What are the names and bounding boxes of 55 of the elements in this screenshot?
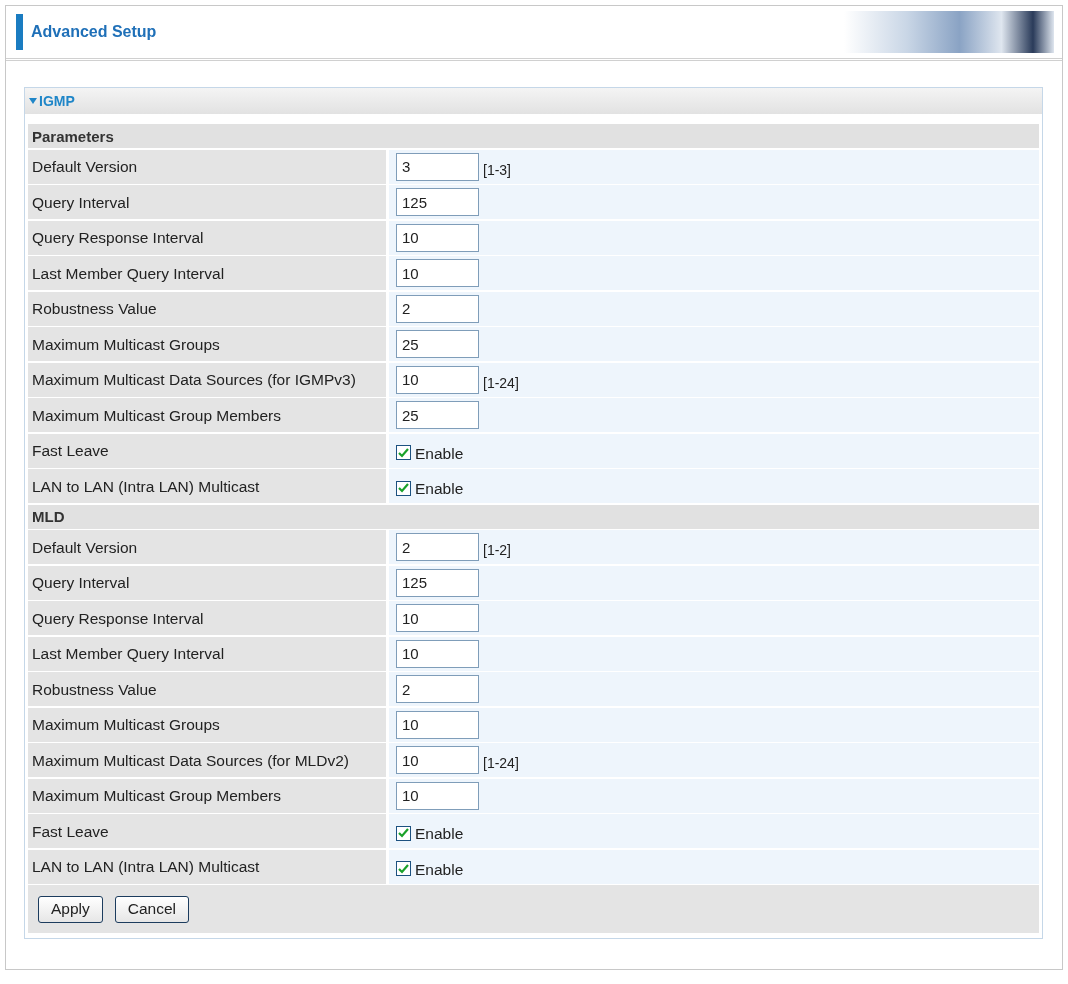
range-hint: [1-2] xyxy=(483,542,511,558)
field-label: Maximum Multicast Data Sources (for IGMPv3) xyxy=(28,362,386,397)
text-input[interactable]: 3 xyxy=(396,152,479,181)
field-label: Last Member Query Interval xyxy=(28,256,386,290)
title-accent-bar xyxy=(16,14,23,50)
field-label: Fast Leave xyxy=(28,814,386,848)
field-label: Maximum Multicast Group Members xyxy=(28,778,386,813)
field-label: LAN to LAN (Intra LAN) Multicast xyxy=(28,849,386,884)
field-label: Last Member Query Interval xyxy=(28,636,386,671)
field-label: LAN to LAN (Intra LAN) Multicast xyxy=(28,469,386,503)
apply-button[interactable]: Apply xyxy=(38,895,103,923)
text-input[interactable]: 10 xyxy=(396,259,479,287)
text-input[interactable]: 10 xyxy=(396,604,479,632)
text-input[interactable]: 10 xyxy=(396,639,479,668)
field-label: Maximum Multicast Groups xyxy=(28,327,386,361)
text-input[interactable]: 2 xyxy=(396,675,479,703)
field-label: Query Response Interval xyxy=(28,601,386,635)
text-input[interactable]: 25 xyxy=(396,401,479,429)
checkbox[interactable] xyxy=(396,480,411,496)
field-label: Query Interval xyxy=(28,565,386,600)
range-hint: [1-3] xyxy=(483,161,511,178)
checkbox-label: Enable xyxy=(415,444,464,463)
field-label: Query Response Interval xyxy=(28,220,386,255)
text-input[interactable]: 125 xyxy=(396,188,479,216)
field-label: Maximum Multicast Data Sources (for MLDv2) xyxy=(28,743,386,777)
text-input[interactable]: 10 xyxy=(396,223,479,252)
cancel-button[interactable]: Cancel xyxy=(114,895,190,923)
field-label: Robustness Value xyxy=(28,672,386,706)
range-hint: [1-24] xyxy=(483,374,519,391)
field-label: Robustness Value xyxy=(28,291,386,326)
page-title: Advanced Setup xyxy=(31,23,157,41)
text-input[interactable]: 10 xyxy=(396,365,479,394)
checkbox[interactable] xyxy=(396,861,411,876)
text-input[interactable]: 125 xyxy=(396,568,479,597)
field-label: Maximum Multicast Group Members xyxy=(28,398,386,432)
section-header: Parameters xyxy=(28,124,1039,148)
checkbox[interactable] xyxy=(396,445,411,460)
text-input[interactable]: 2 xyxy=(396,533,479,561)
text-input[interactable]: 10 xyxy=(396,781,479,810)
field-label: Maximum Multicast Groups xyxy=(28,707,386,742)
text-input[interactable]: 10 xyxy=(396,746,479,774)
field-label: Default Version xyxy=(28,149,386,184)
text-input[interactable]: 25 xyxy=(396,330,479,358)
checkbox-label: Enable xyxy=(415,480,464,498)
checkbox-label: Enable xyxy=(415,860,464,879)
checkbox-label: Enable xyxy=(415,825,464,843)
field-label: Default Version xyxy=(28,530,386,564)
section-header: MLD xyxy=(28,504,1039,529)
checkbox[interactable] xyxy=(396,825,411,841)
field-label: Fast Leave xyxy=(28,433,386,468)
text-input[interactable]: 2 xyxy=(396,294,479,323)
field-label: Query Interval xyxy=(28,185,386,219)
caret-icon xyxy=(29,98,37,104)
range-hint: [1-24] xyxy=(483,755,519,771)
text-input[interactable]: 10 xyxy=(396,710,479,739)
